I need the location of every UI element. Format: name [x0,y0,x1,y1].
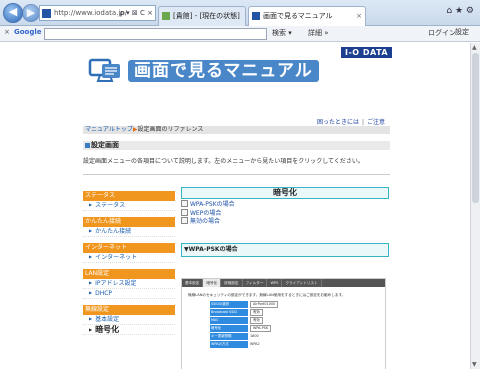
form-label: MAC [210,317,248,324]
form-value: 1800 [250,334,259,338]
form-row: 暗号化 WPA-PSK [210,325,340,332]
login-button[interactable]: ログイン [428,28,456,38]
trouble-link[interactable]: 困ったときには [317,119,359,126]
sidebar-item-dhcp[interactable]: DHCP [83,289,175,299]
vertical-scrollbar[interactable]: ▲ ▼ [470,43,480,369]
sidebar-item-easy-connect[interactable]: かんたん接続 [83,227,175,237]
screenshot-tab: WPS [267,279,283,287]
form-label: Broadcast SSID [210,309,248,316]
screenshot-tab: フィルター [243,279,268,287]
tab-favicon-icon [252,12,260,20]
browser-window: ◀ ▶ http://www.iodata.jp/ ρ ▾ ⊠ C × [貴館]… [0,0,480,369]
anchor-links: WPA-PSKの場合 WEPの場合 無効の場合 [181,200,235,226]
form-value-text: 有効 [250,317,263,324]
google-search-input[interactable] [44,28,267,40]
brand-logo[interactable]: I-O DATA [341,47,393,58]
form-value-text: AirPort01000 [250,301,279,308]
address-actions-icon[interactable]: ρ ▾ ⊠ C × [120,6,153,20]
form-value: 有効 [248,309,340,316]
link-wep[interactable]: WEPの場合 [181,209,235,218]
form-row: Broadcast SSID 有効 [210,309,340,316]
breadcrumb: マニュアルトップ▶設定画面のリファレンス [83,126,390,134]
form-row: SSIDの選択 AirPort01000 [210,301,340,308]
scroll-up-icon[interactable]: ▲ [472,44,477,51]
tab-status[interactable]: [貴館] - [現在の状態] [158,6,246,26]
page-content: 画面で見るマニュアル I-O DATA 困ったときには | ご注意 マニュアルトップ… [0,43,470,369]
section-title: 設定画面 [83,141,390,150]
help-links: 困ったときには | ご注意 [317,117,385,126]
screenshot-description: 無線LANのセキュリティの設定ができます。無線LAN使用をするときにはご設定をお… [188,293,346,297]
sidebar-item-encryption[interactable]: 暗号化 [83,325,175,335]
sidebar-menu: ステータス ステータス かんたん接続 かんたん接続 インターネット インターネッ… [83,191,175,335]
sidebar-item-basic[interactable]: 基本設定 [83,315,175,325]
search-button[interactable]: 検索 ▾ [272,28,292,38]
form-label: 暗号化 [210,325,248,332]
form-row: WPAの方式 WPA2 [210,341,340,348]
form-value: WPA-PSK [248,325,340,332]
form-label: WPAの方式 [210,341,248,348]
title-bar: ◀ ▶ http://www.iodata.jp/ ρ ▾ ⊠ C × [貴館]… [0,0,480,26]
content-heading: 暗号化 [181,187,389,199]
breadcrumb-current: 設定画面のリファレンス [137,126,204,133]
form-label: SSIDの選択 [210,301,248,308]
page-logo-title: 画面で見るマニュアル [128,60,319,82]
form-row: キー更新間隔 1800 [210,333,340,340]
address-text: http://www.iodata.jp/ [54,9,128,17]
form-row: MAC 有効 [210,317,340,324]
link-disabled[interactable]: 無効の場合 [181,217,235,226]
form-value-text: 有効 [250,309,263,316]
sidebar-item-internet[interactable]: インターネット [83,253,175,263]
form-value: 有効 [248,317,340,324]
site-favicon-icon [42,9,51,18]
forward-button[interactable]: ▶ [22,4,40,22]
sidebar-item-status[interactable]: ステータス [83,201,175,211]
sidebar-category-wireless: 無線設定 [83,305,175,315]
tab-label: 画面で見るマニュアル [263,12,333,20]
toolbar-close-icon[interactable]: × [4,28,10,36]
settings-button[interactable]: 設定 [455,27,469,37]
home-favorites-tools-icons[interactable]: ⌂ ★ ⚙ [446,6,474,16]
close-tab-icon[interactable]: × [356,7,362,25]
screenshot-tab-active: 暗号化 [203,279,222,287]
scroll-down-icon[interactable]: ▼ [472,361,477,368]
screenshot-tab: 基本設定 [182,279,204,287]
screenshot-tab: クライアントリスト [282,279,322,287]
more-button[interactable]: 詳細 » [308,28,329,38]
link-wpa-psk[interactable]: WPA-PSKの場合 [181,200,235,209]
intro-text: 設定画面メニューの各項目について説明します。左のメニューから見たい項目をクリック… [83,158,364,165]
google-logo: Google [14,28,42,36]
sidebar-category-easy-connect: かんたん接続 [83,217,175,227]
tab-manual[interactable]: 画面で見るマニュアル × [248,6,366,26]
screenshot-tab: 詳細設定 [221,279,243,287]
tab-label: [貴館] - [現在の状態] [173,12,240,20]
divider [83,174,390,175]
breadcrumb-home-link[interactable]: マニュアルトップ [85,126,133,133]
scrollbar-thumb[interactable] [472,53,479,203]
screenshot-form: SSIDの選択 AirPort01000 Broadcast SSID 有効 MAC… [210,301,340,349]
form-value: AirPort01000 [248,301,340,308]
sidebar-category-lan: LAN設定 [83,269,175,279]
manual-book-icon [88,58,120,82]
form-value: WPA2 [250,342,260,346]
screenshot-tabs: 基本設定 暗号化 詳細設定 フィルター WPS クライアントリスト [182,279,385,287]
settings-screenshot: 基本設定 暗号化 詳細設定 フィルター WPS クライアントリスト 無線LANの… [181,278,386,369]
sidebar-item-ip-address[interactable]: IPアドレス設定 [83,279,175,289]
form-value-text: WPA-PSK [250,325,272,332]
form-label: キー更新間隔 [210,333,248,340]
wpa-psk-heading: ▼WPA-PSKの場合 [181,243,389,257]
notice-link[interactable]: ご注意 [367,119,385,126]
sidebar-category-internet: インターネット [83,243,175,253]
back-button[interactable]: ◀ [3,3,23,23]
sidebar-category-status: ステータス [83,191,175,201]
separator: | [362,119,365,126]
google-toolbar: × Google 検索 ▾ 詳細 » ログイン 設定 [0,26,480,42]
address-bar[interactable]: http://www.iodata.jp/ ρ ▾ ⊠ C × [39,5,156,21]
tab-favicon-icon [162,12,170,20]
